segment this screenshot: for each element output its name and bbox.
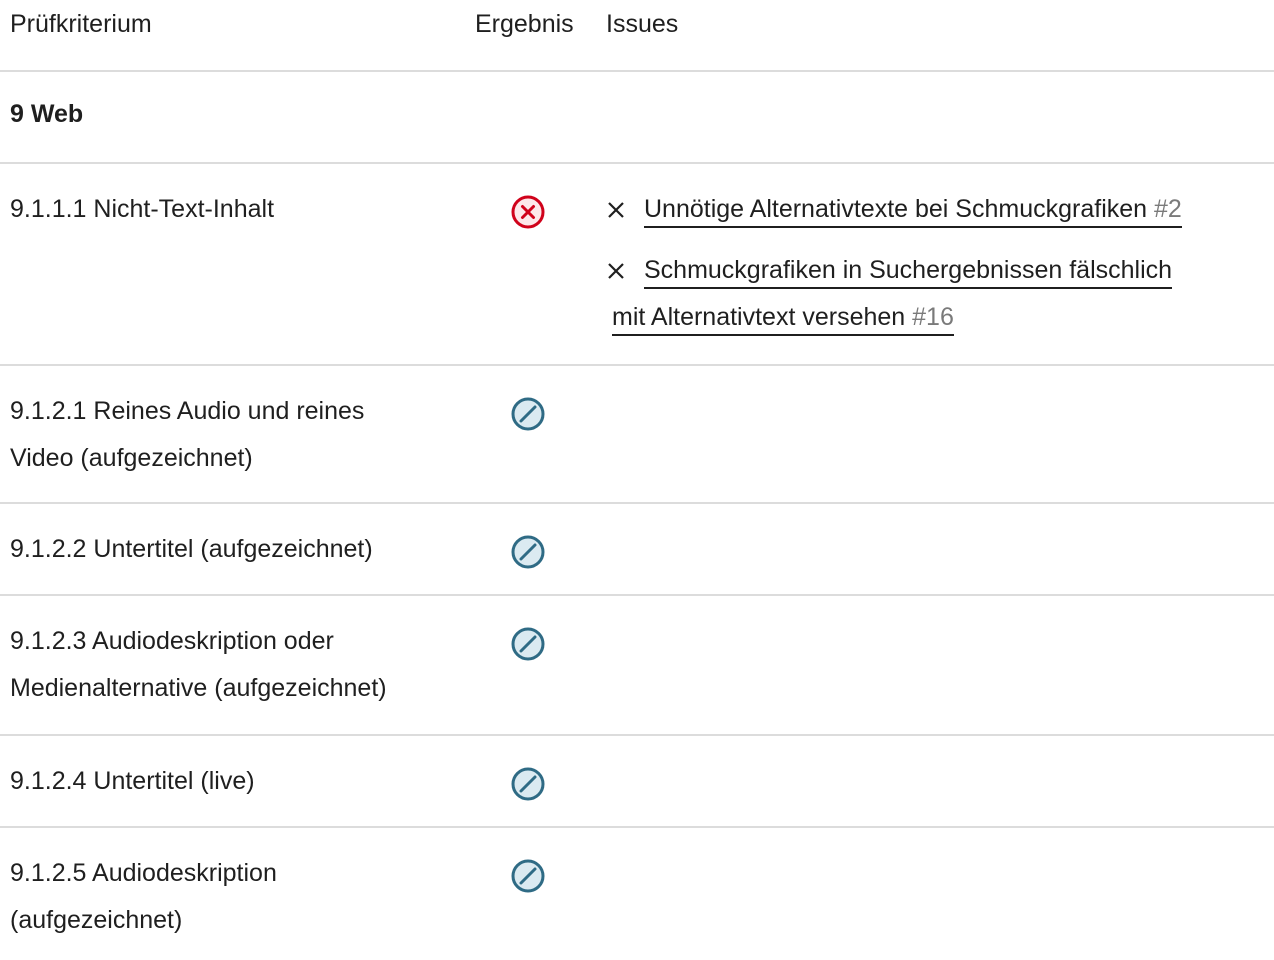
criterion-line: 9.1.2.5 Audiodeskription: [10, 859, 277, 887]
issue-number: #2: [1154, 195, 1182, 223]
issue-title-line1: Schmuckgrafiken in Suchergebnissen fälsc…: [644, 256, 1173, 284]
table-row: 9.1.2.1 Reines Audio und reines Video (a…: [0, 366, 1274, 504]
not-applicable-icon: [510, 626, 546, 662]
criterion-line: 9.1.2.1 Reines Audio und reines: [10, 397, 365, 425]
issue-item-continued: mit Alternativtext versehen #16: [612, 294, 1266, 341]
table-row: 9.1.2.5 Audiodeskription (aufgezeichnet): [0, 828, 1274, 960]
criterion-label: 9.1.2.3 Audiodeskription oder Medienalte…: [10, 618, 450, 712]
table-row: 9.1.2.3 Audiodeskription oder Medienalte…: [0, 596, 1274, 736]
group-title: 9 Web: [10, 100, 84, 128]
criterion-label: 9.1.2.4 Untertitel (live): [10, 767, 255, 795]
criterion-line: Medienalternative (aufgezeichnet): [10, 674, 387, 702]
table-row: 9.1.2.2 Untertitel (aufgezeichnet): [0, 504, 1274, 596]
header-issues: Issues: [606, 10, 679, 38]
criteria-table: Prüfkriterium Ergebnis Issues 9 Web 9.1.…: [0, 0, 1274, 960]
table-row: 9.1.2.4 Untertitel (live): [0, 736, 1274, 828]
close-icon: [606, 261, 630, 281]
criterion-line: (aufgezeichnet): [10, 906, 183, 934]
issue-link[interactable]: Schmuckgrafiken in Suchergebnissen fälsc…: [644, 256, 1173, 289]
not-applicable-icon: [510, 766, 546, 802]
close-icon: [606, 200, 630, 220]
criterion-line: 9.1.2.3 Audiodeskription oder: [10, 627, 334, 655]
issue-link[interactable]: Unnötige Alternativtexte bei Schmuckgraf…: [644, 195, 1182, 228]
table-header-row: Prüfkriterium Ergebnis Issues: [0, 0, 1274, 72]
issue-item: Unnötige Alternativtexte bei Schmuckgraf…: [606, 186, 1266, 233]
criterion-label: 9.1.1.1 Nicht-Text-Inhalt: [10, 195, 275, 223]
criterion-label: 9.1.2.5 Audiodeskription (aufgezeichnet): [10, 850, 450, 944]
header-result: Ergebnis: [475, 10, 574, 38]
table-row: 9.1.1.1 Nicht-Text-Inhalt Unnötige Alter…: [0, 164, 1274, 366]
issues-list: Unnötige Alternativtexte bei Schmuckgraf…: [606, 186, 1266, 341]
issue-link[interactable]: mit Alternativtext versehen #16: [612, 303, 954, 336]
issue-item: Schmuckgrafiken in Suchergebnissen fälsc…: [606, 247, 1266, 294]
criterion-label: 9.1.2.2 Untertitel (aufgezeichnet): [10, 535, 373, 563]
group-row: 9 Web: [0, 72, 1274, 164]
header-criterion: Prüfkriterium: [10, 10, 152, 38]
issue-title: Unnötige Alternativtexte bei Schmuckgraf…: [644, 195, 1148, 223]
issue-number: #16: [912, 303, 954, 331]
not-applicable-icon: [510, 534, 546, 570]
fail-icon: [510, 194, 546, 230]
criterion-label: 9.1.2.1 Reines Audio und reines Video (a…: [10, 388, 450, 482]
not-applicable-icon: [510, 858, 546, 894]
issue-title-line2: mit Alternativtext versehen: [612, 303, 906, 331]
criterion-line: Video (aufgezeichnet): [10, 444, 253, 472]
not-applicable-icon: [510, 396, 546, 432]
